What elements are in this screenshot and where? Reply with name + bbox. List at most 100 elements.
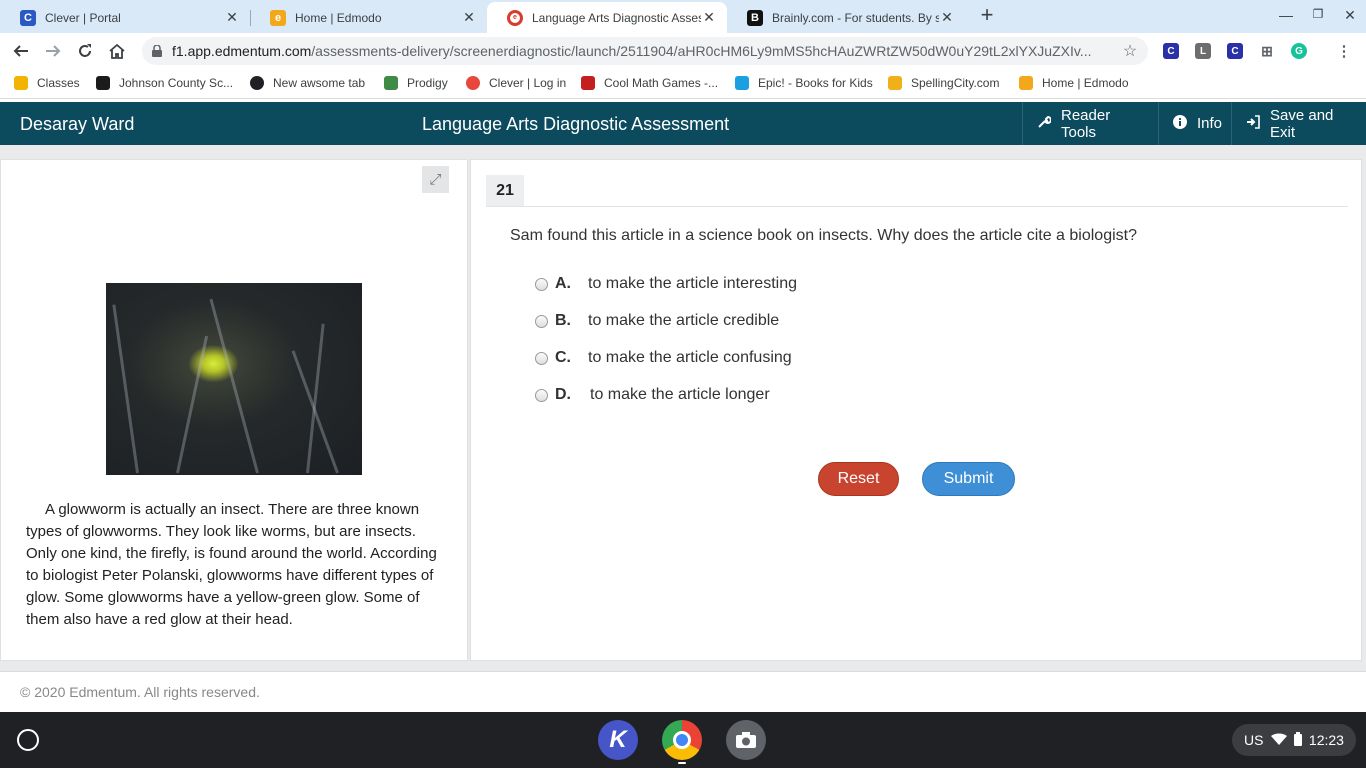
wrench-icon	[1037, 115, 1052, 132]
choice-letter: D.	[555, 386, 571, 403]
camera-app-icon[interactable]	[726, 720, 766, 760]
bookmark-cool-math[interactable]: Cool Math Games -...	[581, 76, 718, 90]
bookmark-label: Cool Math Games -...	[604, 76, 719, 90]
bookmark-label: Johnson County Sc...	[119, 76, 234, 90]
question-text: Sam found this article in a science book…	[510, 227, 1137, 244]
menu-kebab-icon[interactable]: ⋮	[1336, 43, 1352, 60]
url-text: f1.app.edmentum.com/assessments-delivery…	[172, 43, 1092, 59]
new-tab-icon[interactable]: +	[976, 4, 998, 27]
tab-brainly[interactable]: B Brainly.com - For students. By st ✕	[727, 2, 965, 33]
tab-clever-portal[interactable]: C Clever | Portal ✕	[0, 2, 251, 33]
tab-home-edmodo[interactable]: e Home | Edmodo ✕	[250, 2, 487, 33]
grammarly-icon[interactable]: G	[1291, 43, 1307, 59]
choice-text: to make the article interesting	[588, 275, 797, 292]
os-shelf: K US 12:23	[0, 712, 1366, 768]
kami-app-icon[interactable]: K	[598, 720, 638, 760]
bookmark-label: SpellingCity.com	[911, 76, 1000, 90]
classes-icon	[14, 76, 28, 90]
bookmark-epic[interactable]: Epic! - Books for Kids	[735, 76, 873, 90]
bookmark-edmodo[interactable]: Home | Edmodo	[1019, 76, 1129, 90]
address-bar[interactable]: f1.app.edmentum.com/assessments-delivery…	[142, 37, 1148, 65]
status-tray[interactable]: US 12:23	[1232, 724, 1356, 756]
bookmark-label: Prodigy	[407, 76, 448, 90]
divider	[486, 206, 1348, 207]
choice-text: to make the article confusing	[588, 349, 792, 366]
tab-strip: C Clever | Portal ✕ e Home | Edmodo ✕ e …	[0, 0, 1366, 33]
bookmark-label: Epic! - Books for Kids	[758, 76, 873, 90]
chrome-center	[673, 731, 691, 749]
clever-extension-icon[interactable]: C	[1163, 43, 1179, 59]
restore-icon[interactable]: ❐	[1308, 7, 1328, 21]
bookmark-star-icon[interactable]: ☆	[1112, 41, 1148, 61]
reload-icon[interactable]	[74, 40, 96, 62]
student-name: Desaray Ward	[20, 114, 135, 134]
bookmark-classes[interactable]: Classes	[14, 76, 80, 90]
radio-button[interactable]	[535, 314, 548, 328]
radio-button[interactable]	[535, 388, 548, 402]
tab-title: Home | Edmodo	[295, 10, 382, 25]
browser-toolbar: f1.app.edmentum.com/assessments-delivery…	[0, 33, 1366, 69]
reset-button[interactable]: Reset	[818, 462, 899, 496]
choice-text: to make the article longer	[590, 386, 770, 403]
info-button[interactable]: Info	[1158, 102, 1231, 145]
grass-blade	[112, 304, 139, 474]
battery-icon	[1293, 731, 1302, 749]
choice-a[interactable]: A. to make the article interesting	[535, 272, 797, 296]
extensions-grid-icon[interactable]: ⊞	[1259, 43, 1275, 59]
launcher-icon[interactable]	[17, 729, 39, 751]
reader-tools-label: Reader Tools	[1061, 106, 1111, 141]
submit-button[interactable]: Submit	[922, 462, 1015, 496]
assessment-title: Language Arts Diagnostic Assessment	[422, 114, 730, 134]
bookmark-johnson-county[interactable]: Johnson County Sc...	[96, 76, 233, 90]
tab-title: Clever | Portal	[45, 10, 121, 25]
bookmark-prodigy[interactable]: Prodigy	[384, 76, 448, 90]
epic-icon	[735, 76, 749, 90]
assessment-header: Desaray Ward Language Arts Diagnostic As…	[0, 102, 1366, 145]
choice-b[interactable]: B. to make the article credible	[535, 309, 779, 333]
choice-c[interactable]: C. to make the article confusing	[535, 346, 792, 370]
bookmark-new-tab[interactable]: New awsome tab	[250, 76, 365, 90]
clever-check-icon	[466, 76, 480, 90]
question-number: 21	[486, 175, 524, 206]
brainly-favicon-icon: B	[747, 9, 763, 26]
close-tab-icon[interactable]: ✕	[224, 9, 240, 26]
expand-icon[interactable]: ⤢	[422, 166, 449, 193]
l-extension-icon[interactable]: L	[1195, 43, 1211, 59]
radio-button[interactable]	[535, 351, 548, 365]
cool-math-icon	[581, 76, 595, 90]
bookmark-label: New awsome tab	[273, 76, 366, 90]
save-and-exit-button[interactable]: Save and Exit	[1231, 102, 1366, 145]
reader-tools-button[interactable]: Reader Tools	[1022, 102, 1158, 145]
running-indicator	[678, 762, 686, 764]
sign-out-icon	[1246, 115, 1260, 132]
bookmark-clever-login[interactable]: Clever | Log in	[466, 76, 566, 90]
choice-d[interactable]: D. to make the article longer	[535, 383, 770, 407]
bookmarks-bar: Classes Johnson County Sc... New awsome …	[0, 69, 1366, 99]
chrome-app-icon[interactable]	[662, 720, 702, 760]
close-tab-icon[interactable]: ✕	[461, 9, 477, 26]
tab-language-arts[interactable]: e Language Arts Diagnostic Asses ✕	[487, 2, 727, 33]
clever-extension-icon[interactable]: C	[1227, 43, 1243, 59]
passage-pane: ⤢ A glowworm is actually an insect. Ther…	[0, 159, 468, 661]
glowworm-image	[106, 283, 362, 475]
tab-title: Brainly.com - For students. By st	[772, 10, 939, 25]
home-icon[interactable]	[106, 40, 128, 62]
footer: © 2020 Edmentum. All rights reserved.	[0, 671, 1366, 712]
bookmark-spellingcity[interactable]: SpellingCity.com	[888, 76, 999, 90]
close-window-icon[interactable]: ✕	[1340, 7, 1360, 24]
choice-letter: B.	[555, 312, 571, 329]
close-tab-icon[interactable]: ✕	[701, 9, 717, 26]
clock-time: 12:23	[1308, 732, 1344, 748]
spellingcity-icon	[888, 76, 902, 90]
info-label: Info	[1197, 115, 1223, 132]
assessment-content: ⤢ A glowworm is actually an insect. Ther…	[0, 145, 1366, 671]
close-tab-icon[interactable]: ✕	[939, 9, 955, 26]
radio-button[interactable]	[535, 277, 548, 291]
choice-text: to make the article credible	[588, 312, 780, 329]
minimize-icon[interactable]: —	[1276, 7, 1296, 23]
forward-icon[interactable]	[42, 40, 64, 62]
bookmark-label: Classes	[37, 76, 80, 90]
globe-icon	[250, 76, 264, 90]
back-icon[interactable]	[10, 40, 32, 62]
prodigy-icon	[384, 76, 398, 90]
